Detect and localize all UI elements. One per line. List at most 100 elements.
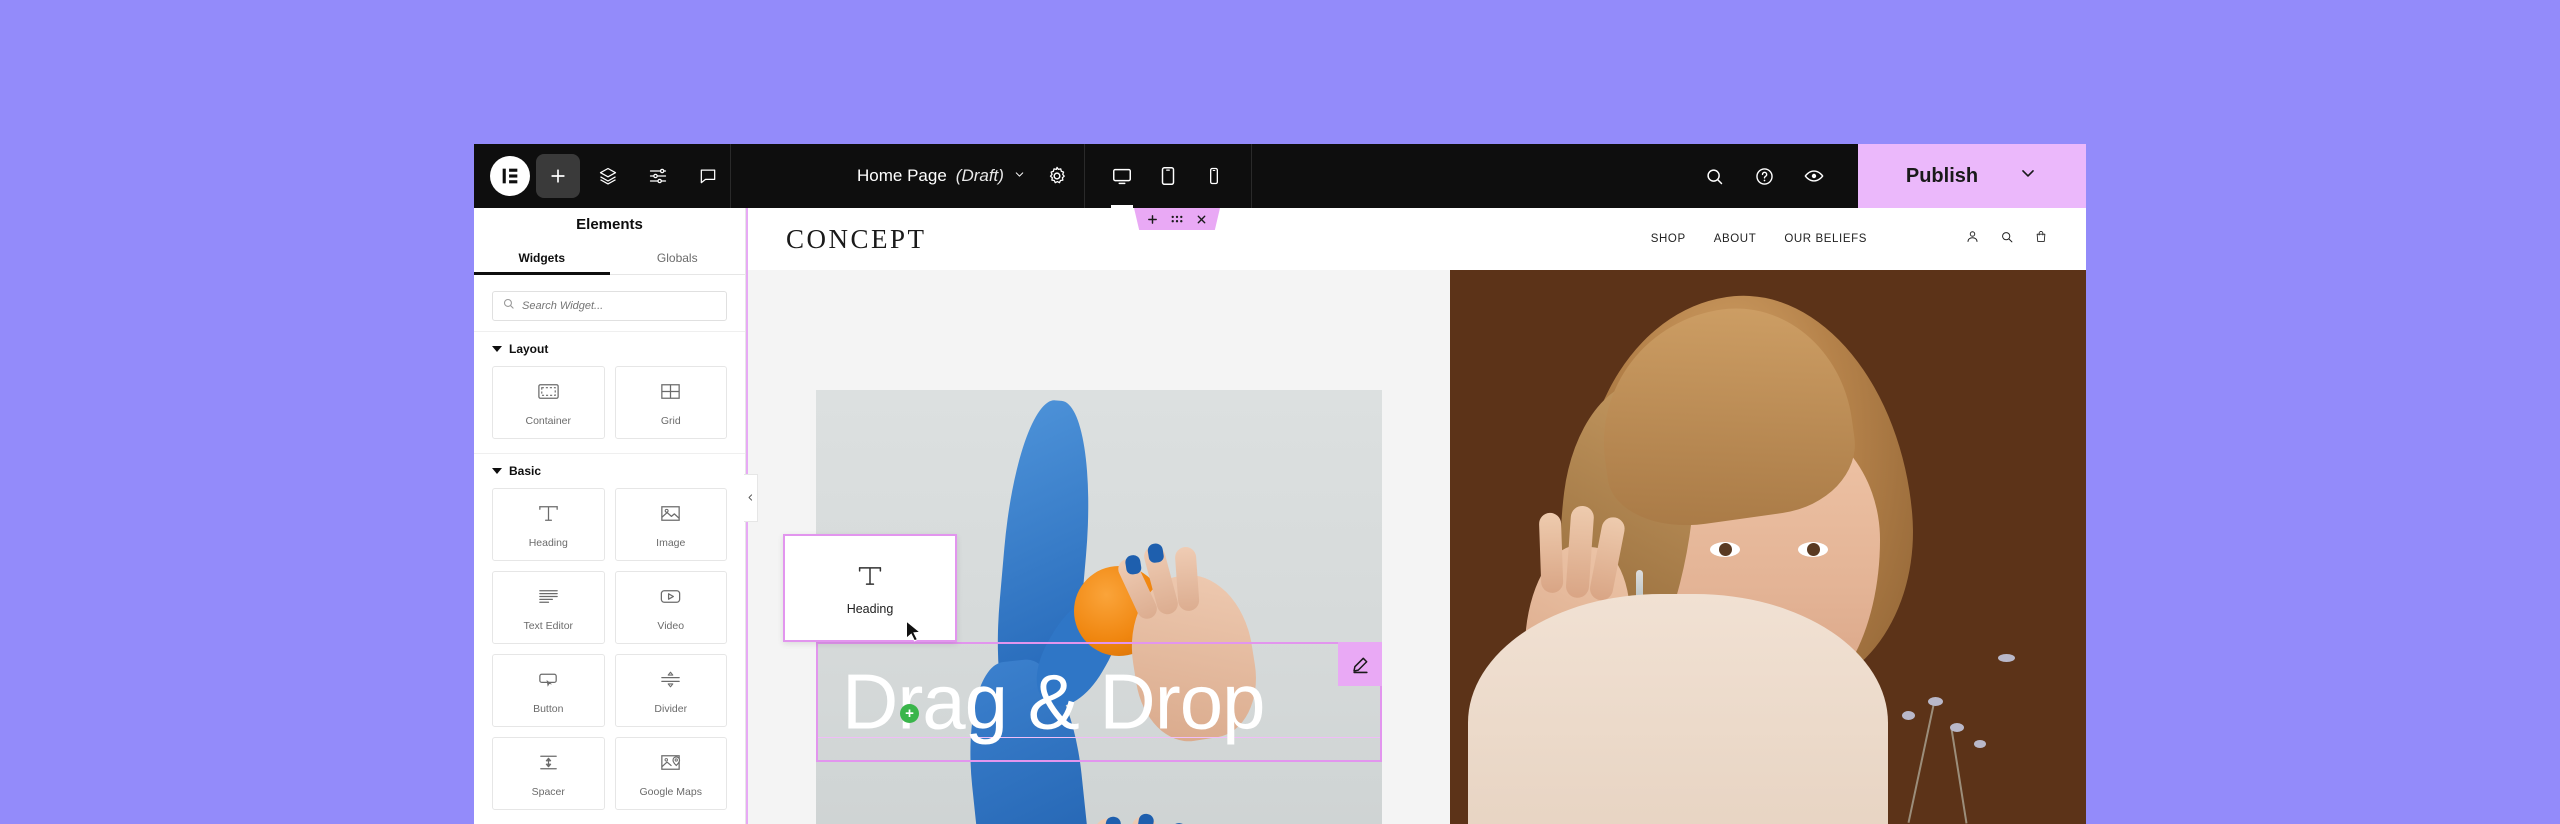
account-icon[interactable] bbox=[1965, 229, 1980, 249]
decor-flower bbox=[1950, 723, 1965, 732]
page-canvas: CONCEPT SHOP ABOUT OUR BELIEFS Drag & Dr… bbox=[746, 208, 2086, 824]
add-section-plus-icon[interactable] bbox=[1147, 214, 1158, 225]
document-name-dropdown[interactable]: Home Page (Draft) bbox=[835, 166, 1044, 186]
widget-label: Spacer bbox=[531, 785, 565, 798]
nav-link-shop[interactable]: SHOP bbox=[1651, 233, 1686, 245]
close-x-icon[interactable] bbox=[1196, 214, 1207, 225]
widget-video[interactable]: Video bbox=[614, 571, 727, 644]
dragged-widget-label: Heading bbox=[846, 601, 894, 616]
widget-container[interactable]: Container bbox=[492, 366, 605, 439]
elements-panel: Elements Widgets Globals Search Widget..… bbox=[474, 208, 758, 824]
eye-icon[interactable] bbox=[1792, 154, 1836, 198]
decor-nail bbox=[1124, 554, 1143, 576]
divider-icon bbox=[658, 667, 683, 697]
widget-grid[interactable]: Grid bbox=[614, 366, 727, 439]
decor-eye-left bbox=[1710, 542, 1741, 557]
heading-widget-selected[interactable]: Drag & Drop bbox=[816, 642, 1383, 762]
document-name-label: Home Page bbox=[857, 166, 947, 185]
spacer-arrows-icon bbox=[536, 750, 561, 780]
panel-tabs: Widgets Globals bbox=[474, 241, 745, 275]
search-input[interactable] bbox=[522, 300, 717, 312]
plus-circle-icon: + bbox=[900, 704, 919, 723]
nav-link-our-beliefs[interactable]: OUR BELIEFS bbox=[1784, 233, 1867, 245]
widget-heading[interactable]: Heading bbox=[492, 488, 605, 561]
add-element-button[interactable] bbox=[536, 154, 580, 198]
decor-blouse bbox=[1468, 594, 1889, 824]
widget-label: Heading bbox=[528, 536, 568, 549]
decor-stem bbox=[1950, 728, 1968, 824]
site-logo[interactable]: CONCEPT bbox=[786, 224, 927, 255]
hero-right-image[interactable] bbox=[1450, 270, 2086, 824]
category-label: Basic bbox=[509, 464, 542, 478]
widget-label: Google Maps bbox=[639, 785, 702, 798]
publish-chevron-down-icon[interactable] bbox=[2018, 163, 2038, 189]
map-pin-icon bbox=[658, 750, 683, 780]
widget-label: Divider bbox=[654, 702, 688, 715]
top-bar-center-group: Home Page (Draft) bbox=[835, 144, 1252, 208]
elementor-editor-window: Home Page (Draft) Publish Elements Widge… bbox=[474, 144, 2086, 824]
search-icon[interactable] bbox=[2000, 230, 2014, 249]
search-widget-container bbox=[474, 275, 745, 331]
widget-image[interactable]: Image bbox=[614, 488, 727, 561]
widget-label: Text Editor bbox=[523, 619, 574, 632]
panel-collapse-toggle[interactable] bbox=[744, 474, 758, 522]
shopping-bag-icon[interactable] bbox=[2034, 229, 2048, 249]
device-mobile-button[interactable] bbox=[1191, 144, 1237, 208]
publish-label: Publish bbox=[1905, 164, 1979, 187]
top-bar-right-group: Publish bbox=[1670, 144, 2086, 208]
chevron-down-icon bbox=[1013, 166, 1026, 186]
layers-icon[interactable] bbox=[586, 154, 630, 198]
grid-icon bbox=[658, 379, 683, 409]
button-cursor-icon bbox=[536, 667, 561, 697]
caret-down-icon bbox=[492, 346, 502, 352]
decor-stem bbox=[1907, 705, 1935, 823]
comment-bubble-icon[interactable] bbox=[686, 154, 730, 198]
search-icon[interactable] bbox=[1692, 154, 1736, 198]
decor-flower bbox=[1998, 654, 2016, 662]
search-icon bbox=[502, 297, 515, 315]
widget-grid-layout: Container Grid bbox=[492, 366, 727, 439]
sliders-icon[interactable] bbox=[636, 154, 680, 198]
site-header-icons bbox=[1965, 229, 2048, 249]
widget-spacer[interactable]: Spacer bbox=[492, 737, 605, 810]
hero-heading-text: Drag & Drop bbox=[842, 657, 1265, 746]
decor-flower bbox=[1974, 740, 1987, 748]
editor-body: Elements Widgets Globals Search Widget..… bbox=[474, 208, 2086, 824]
hero-section: Drag & Drop Heading + bbox=[748, 270, 2086, 824]
elementor-logo-icon[interactable] bbox=[490, 156, 530, 196]
widget-text-editor[interactable]: Text Editor bbox=[492, 571, 605, 644]
section-floating-toolbar bbox=[1134, 208, 1220, 230]
widget-category-layout: Layout Container Grid bbox=[474, 331, 745, 453]
decor-flower bbox=[1928, 697, 1944, 706]
decor-finger bbox=[1539, 512, 1564, 594]
widget-divider[interactable]: Divider bbox=[614, 654, 727, 727]
tab-globals[interactable]: Globals bbox=[610, 241, 746, 274]
hero-left-column: Drag & Drop Heading + bbox=[748, 270, 1451, 824]
category-label: Layout bbox=[509, 342, 549, 356]
category-header-basic[interactable]: Basic bbox=[492, 464, 727, 478]
publish-button[interactable]: Publish bbox=[1858, 144, 2086, 208]
decor-nail bbox=[1103, 815, 1122, 824]
decor-nail bbox=[1147, 542, 1165, 564]
tab-widgets[interactable]: Widgets bbox=[474, 241, 610, 275]
video-play-icon bbox=[658, 584, 683, 614]
gear-icon[interactable] bbox=[1044, 165, 1084, 187]
search-box[interactable] bbox=[492, 291, 727, 321]
question-circle-icon[interactable] bbox=[1742, 154, 1786, 198]
dragged-widget-preview: Heading bbox=[783, 534, 957, 642]
device-desktop-button[interactable] bbox=[1099, 144, 1145, 208]
pencil-edit-icon[interactable] bbox=[1338, 642, 1383, 686]
widget-google-maps[interactable]: Google Maps bbox=[614, 737, 727, 810]
widget-button[interactable]: Button bbox=[492, 654, 605, 727]
drag-dots-icon[interactable] bbox=[1171, 214, 1183, 225]
nav-link-about[interactable]: ABOUT bbox=[1714, 233, 1757, 245]
heading-t-icon bbox=[536, 501, 561, 531]
decor-finger bbox=[1174, 546, 1201, 612]
category-header-layout[interactable]: Layout bbox=[492, 342, 727, 356]
decor-flower bbox=[1902, 711, 1916, 720]
device-tablet-button[interactable] bbox=[1145, 144, 1191, 208]
container-icon bbox=[536, 379, 561, 409]
heading-t-icon bbox=[855, 561, 885, 596]
site-header: CONCEPT SHOP ABOUT OUR BELIEFS bbox=[748, 208, 2086, 270]
decor-nail bbox=[1136, 812, 1155, 824]
